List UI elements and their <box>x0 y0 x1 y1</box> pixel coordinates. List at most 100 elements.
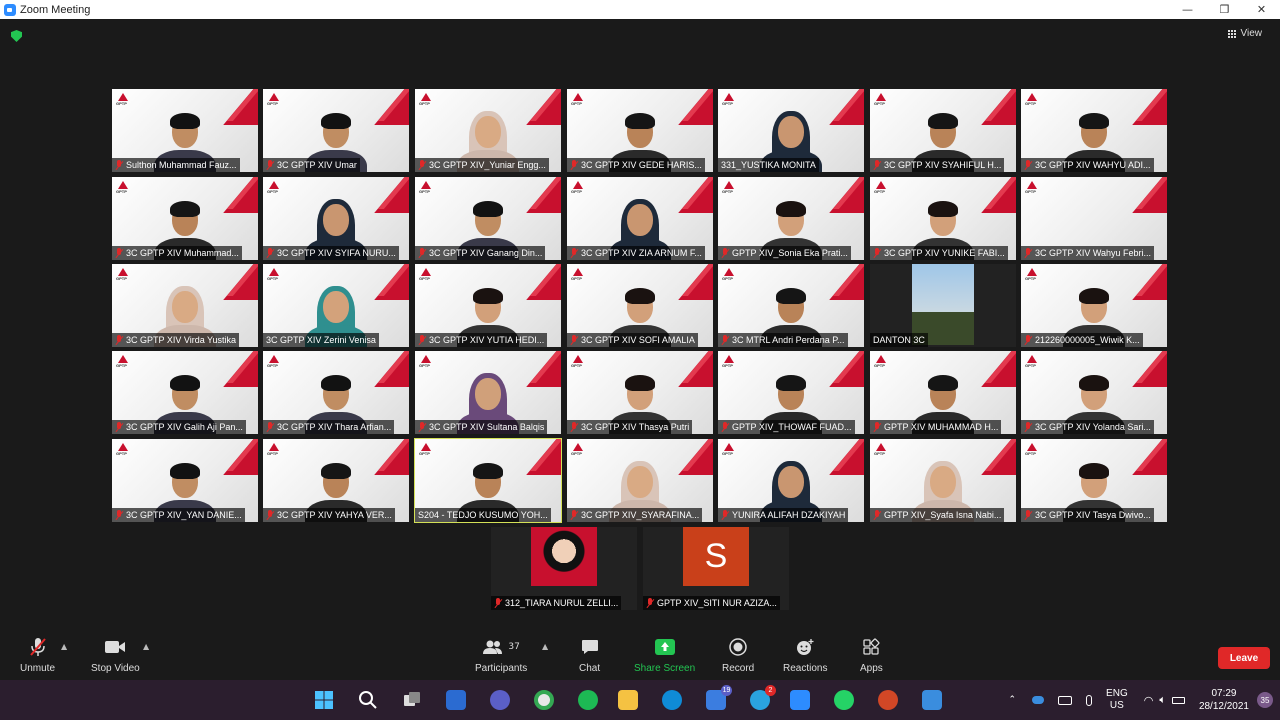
participant-tile[interactable]: YUNIRA ALIFAH DZAKIYAH <box>718 439 864 522</box>
widgets-icon[interactable] <box>446 690 466 710</box>
mic-muted-icon <box>721 248 729 258</box>
participant-tile[interactable]: 3C GPTP XIV Zerini Venisa <box>263 264 409 347</box>
chat-button[interactable]: Chat <box>579 636 600 674</box>
close-button[interactable]: ✕ <box>1243 0 1280 19</box>
participant-tile[interactable]: 3C GPTP XIV GEDE HARIS... <box>567 89 713 172</box>
participant-tile[interactable]: 3C GPTP XIV Wahyu Febri... <box>1021 177 1167 260</box>
chrome-icon[interactable] <box>534 690 554 710</box>
mic-muted-icon <box>1024 510 1032 520</box>
participant-name: 3C GPTP XIV SYIFA NURU... <box>277 248 396 258</box>
participant-tile[interactable]: 3C GPTP XIV Ganang Din... <box>415 177 561 260</box>
record-label: Record <box>722 663 755 674</box>
window-titlebar: Zoom Meeting — ❐ ✕ <box>0 0 1280 19</box>
maximize-button[interactable]: ❐ <box>1206 0 1243 19</box>
participant-tile[interactable]: 3C GPTP XIV SYAHIFUL H... <box>870 89 1016 172</box>
participant-tile[interactable]: 3C GPTP XIV WAHYU ADI... <box>1021 89 1167 172</box>
powerpoint-icon[interactable] <box>878 690 898 710</box>
app-notification-icon[interactable]: 19 <box>706 685 732 710</box>
participant-tile[interactable]: 212260000005_Wiwik K... <box>1021 264 1167 347</box>
participant-tile[interactable]: 3C GPTP XIV Tasya Dwivo... <box>1021 439 1167 522</box>
minimize-button[interactable]: — <box>1169 0 1206 19</box>
mic-muted-icon <box>873 422 881 432</box>
speaker-icon[interactable]: 🔈︎ <box>1159 693 1166 707</box>
encryption-shield-icon[interactable] <box>11 30 22 42</box>
microphone-tray-icon[interactable] <box>1086 694 1093 706</box>
mic-muted-icon <box>1024 422 1032 432</box>
participant-tile[interactable]: 3C GPTP XIV ZIA ARNUM F... <box>567 177 713 260</box>
language-indicator[interactable]: ENG US <box>1106 688 1128 712</box>
video-options-chevron-icon[interactable]: ▲ <box>143 642 149 651</box>
system-tray: ⌃ ENG US ◠ 🔈︎ 07:29 28/12/2021 35 <box>1009 680 1280 720</box>
keyboard-icon[interactable] <box>1058 695 1073 705</box>
participant-tile[interactable]: 312_TIARA NURUL ZELLI... <box>491 527 637 610</box>
participant-name: 3C GPTP XIV YUNIKE FABI... <box>884 248 1005 258</box>
participant-name-bar: S204 - TEDJO KUSUMO YOH... <box>415 508 551 522</box>
participant-tile[interactable]: 3C GPTP XIV_SYARAFINA... <box>567 439 713 522</box>
participant-name-bar: 3C GPTP XIV Umar <box>263 158 360 172</box>
participant-tile[interactable]: DANTON 3C <box>870 264 1016 347</box>
audio-options-chevron-icon[interactable]: ▲ <box>61 642 67 651</box>
participant-tile[interactable]: 3C GPTP XIV YAHYA VER... <box>263 439 409 522</box>
gptp-logo <box>722 355 736 369</box>
participant-tile[interactable]: 3C GPTP XIV Sultana Balqis <box>415 351 561 434</box>
participant-tile[interactable]: 3C GPTP XIV_YAN DANIE... <box>112 439 258 522</box>
participant-tile[interactable]: GPTP XIV MUHAMMAD H... <box>870 351 1016 434</box>
tray-overflow-chevron-icon[interactable]: ⌃ <box>1009 695 1017 705</box>
telegram-icon[interactable]: 2 <box>750 685 776 710</box>
participant-tile[interactable]: 3C GPTP XIV Thasya Putri <box>567 351 713 434</box>
participant-tile[interactable]: 3C GPTP XIV Virda Yustika <box>112 264 258 347</box>
participant-tile[interactable]: 3C GPTP XIV SOFI AMALIA <box>567 264 713 347</box>
gptp-logo <box>874 443 888 457</box>
participant-tile[interactable]: 3C GPTP XIV Yolanda Sari... <box>1021 351 1167 434</box>
spotify-icon[interactable] <box>578 690 598 710</box>
participant-tile[interactable]: S204 - TEDJO KUSUMO YOH... <box>414 438 562 523</box>
participant-tile[interactable]: Sulthon Muhammad Fauz... <box>112 89 258 172</box>
participants-button[interactable]: 37 Participants <box>475 636 527 674</box>
mic-muted-icon <box>570 160 578 170</box>
reactions-button[interactable]: Reactions <box>783 636 827 674</box>
leave-button[interactable]: Leave <box>1218 647 1270 669</box>
mic-muted-icon <box>1024 248 1032 258</box>
task-view-icon[interactable] <box>402 690 422 710</box>
whatsapp-icon[interactable] <box>834 690 854 710</box>
participant-name: 3C GPTP XIV Yolanda Sari... <box>1035 422 1151 432</box>
participant-tile[interactable]: 3C GPTP XIV Thara Arfian... <box>263 351 409 434</box>
view-button[interactable]: View <box>1228 28 1262 39</box>
participant-tile[interactable]: 3C GPTP XIV YUNIKE FABI... <box>870 177 1016 260</box>
participant-tile[interactable]: GPTP XIV_Syafa Isna Nabi... <box>870 439 1016 522</box>
mic-muted-icon <box>721 335 729 345</box>
participant-tile[interactable]: GPTP XIV_Sonia Eka Prati... <box>718 177 864 260</box>
participant-tile[interactable]: 3C GPTP XIV YUTIA HEDI... <box>415 264 561 347</box>
participant-tile[interactable]: 3C GPTP XIV_Yuniar Engg... <box>415 89 561 172</box>
file-explorer-icon[interactable] <box>618 690 638 710</box>
onedrive-icon[interactable] <box>1032 696 1045 704</box>
participant-name-bar: 3C GPTP XIV Virda Yustika <box>112 333 240 347</box>
participant-name-bar: 3C GPTP XIV Galih Aji Pan... <box>112 420 246 434</box>
participant-tile[interactable]: 3C MTRL Andri Perdana P... <box>718 264 864 347</box>
record-button[interactable]: Record <box>722 636 754 674</box>
mic-muted-icon <box>418 248 426 258</box>
zoom-taskbar-icon[interactable] <box>790 690 810 710</box>
participant-name-bar: 3C GPTP XIV Ganang Din... <box>415 246 546 260</box>
participant-tile[interactable]: GPTP XIV_THOWAF FUAD... <box>718 351 864 434</box>
unmute-button[interactable]: Unmute <box>20 636 55 674</box>
battery-icon[interactable] <box>1171 696 1185 704</box>
search-icon[interactable] <box>358 690 378 710</box>
clock[interactable]: 07:29 28/12/2021 <box>1199 687 1249 713</box>
wifi-icon[interactable]: ◠ <box>1144 694 1154 707</box>
participant-tile[interactable]: 3C GPTP XIV Galih Aji Pan... <box>112 351 258 434</box>
participant-tile[interactable]: S GPTP XIV_SITI NUR AZIZA... <box>643 527 789 610</box>
photos-icon[interactable] <box>922 690 942 710</box>
edge-icon[interactable] <box>662 690 682 710</box>
participant-tile[interactable]: 3C GPTP XIV SYIFA NURU... <box>263 177 409 260</box>
participant-tile[interactable]: 3C GPTP XIV Muhammad... <box>112 177 258 260</box>
participants-options-chevron-icon[interactable]: ▲ <box>542 642 548 651</box>
apps-button[interactable]: Apps <box>860 636 883 674</box>
participant-tile[interactable]: 331_YUSTIKA MONITA <box>718 89 864 172</box>
windows-start-icon[interactable] <box>314 690 334 710</box>
notification-count-badge[interactable]: 35 <box>1257 692 1273 708</box>
stop-video-button[interactable]: Stop Video <box>91 636 140 674</box>
teams-chat-icon[interactable] <box>490 690 510 710</box>
share-screen-button[interactable]: Share Screen <box>634 636 695 674</box>
participant-tile[interactable]: 3C GPTP XIV Umar <box>263 89 409 172</box>
